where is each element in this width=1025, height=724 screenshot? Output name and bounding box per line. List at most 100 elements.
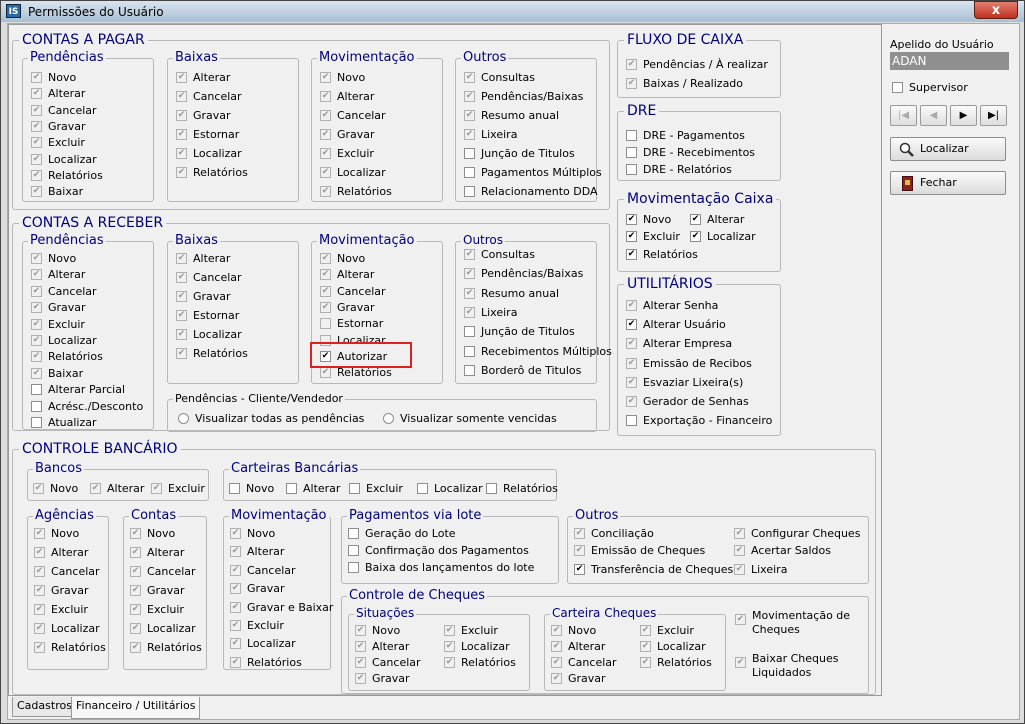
cr-baixas-localizar-checkbox[interactable]: ✔ Localizar: [176, 328, 242, 344]
bancos-alterar-checkbox[interactable]: ✔ Alterar: [90, 482, 144, 498]
cp-pend-relat-rios-checkbox[interactable]: ✔ Relatórios: [31, 169, 103, 185]
cr-mov-cancelar-checkbox[interactable]: ✔ Cancelar: [320, 285, 386, 301]
cp-pend-baixar-checkbox[interactable]: ✔ Baixar: [31, 185, 83, 201]
cp-mov-excluir-checkbox[interactable]: ✔ Excluir: [320, 147, 374, 163]
cb-contas-gravar-checkbox[interactable]: ✔ Gravar: [130, 584, 185, 600]
cb-mov-gravar-e-baixar-checkbox[interactable]: ✔ Gravar e Baixar: [230, 601, 333, 617]
cr-mov-alterar-checkbox[interactable]: ✔ Alterar: [320, 268, 374, 284]
cb-outros-acertar-saldos-checkbox[interactable]: ✔ Acertar Saldos: [734, 544, 831, 560]
cp-pend-alterar-checkbox[interactable]: ✔ Alterar: [31, 87, 85, 103]
last-record-button[interactable]: ▶|: [980, 105, 1007, 126]
cb-cheques-cart-relat-rios-checkbox[interactable]: ✔ Relatórios: [640, 656, 712, 672]
cp-outros-lixeira-checkbox[interactable]: ✔ Lixeira: [464, 128, 517, 144]
cb-cheques-sit-novo-checkbox[interactable]: ✔ Novo: [355, 624, 400, 640]
cp-pend-gravar-checkbox[interactable]: ✔ Gravar: [31, 120, 86, 136]
apelido-field[interactable]: ADAN: [890, 52, 1009, 70]
cb-contas-excluir-checkbox[interactable]: ✔ Excluir: [130, 603, 184, 619]
cr-pend-relat-rios-checkbox[interactable]: ✔ Relatórios: [31, 350, 103, 366]
cp-baixas-cancelar-checkbox[interactable]: ✔ Cancelar: [176, 90, 242, 106]
cp-baixas-relat-rios-checkbox[interactable]: ✔ Relatórios: [176, 166, 248, 182]
cb-agencias-alterar-checkbox[interactable]: ✔ Alterar: [34, 546, 88, 562]
cp-outros-pagamentos-m-ltiplos-checkbox[interactable]: Pagamentos Múltiplos: [464, 166, 602, 182]
cr-outros-jun-o-de-titulos-checkbox[interactable]: Junção de Titulos: [464, 325, 575, 341]
fluxo-baixas-realizado-checkbox[interactable]: ✔ Baixas / Realizado: [626, 77, 743, 93]
cp-outros-relacionamento-dda-checkbox[interactable]: Relacionamento DDA: [464, 185, 598, 201]
cb-cheques-cart-gravar-checkbox[interactable]: ✔ Gravar: [551, 672, 606, 688]
cb-contas-alterar-checkbox[interactable]: ✔ Alterar: [130, 546, 184, 562]
cr-outros-resumo-anual-checkbox[interactable]: ✔ Resumo anual: [464, 287, 559, 303]
cb-mov-excluir-checkbox[interactable]: ✔ Excluir: [230, 619, 284, 635]
cr-mov-gravar-checkbox[interactable]: ✔ Gravar: [320, 301, 375, 317]
cb-contas-novo-checkbox[interactable]: ✔ Novo: [130, 527, 175, 543]
util-esvaziar-lixeira-s-checkbox[interactable]: ✔ Esvaziar Lixeira(s): [626, 376, 743, 392]
cb-cheques-sit-relat-rios-checkbox[interactable]: ✔ Relatórios: [444, 656, 516, 672]
cb-cheques-cart-cancelar-checkbox[interactable]: ✔ Cancelar: [551, 656, 617, 672]
util-exporta-o-financeiro-checkbox[interactable]: Exportação - Financeiro: [626, 414, 772, 430]
close-button[interactable]: x: [974, 1, 1018, 19]
cp-pend-cancelar-checkbox[interactable]: ✔ Cancelar: [31, 104, 97, 120]
cb-cheques-cart-novo-checkbox[interactable]: ✔ Novo: [551, 624, 596, 640]
movcaixa-relatorios-checkbox[interactable]: ✔ Relatórios: [626, 248, 698, 264]
carteiras-alterar-checkbox[interactable]: Alterar: [286, 482, 340, 498]
localizar-button[interactable]: Localizar: [890, 137, 1006, 161]
cp-outros-jun-o-de-titulos-checkbox[interactable]: Junção de Titulos: [464, 147, 575, 163]
dre-dre-pagamentos-checkbox[interactable]: DRE - Pagamentos: [626, 129, 745, 145]
cb-cheques-sit-excluir-checkbox[interactable]: ✔ Excluir: [444, 624, 498, 640]
movcaixa-localizar-checkbox[interactable]: ✔ Localizar: [690, 230, 756, 246]
cb-agencias-novo-checkbox[interactable]: ✔ Novo: [34, 527, 79, 543]
cb-cheques-sit-alterar-checkbox[interactable]: ✔ Alterar: [355, 640, 409, 656]
movimentacao-de-cheques-checkbox[interactable]: ✔ Movimentação de Cheques: [735, 609, 850, 641]
cp-baixas-estornar-checkbox[interactable]: ✔ Estornar: [176, 128, 239, 144]
cb-agencias-excluir-checkbox[interactable]: ✔ Excluir: [34, 603, 88, 619]
cb-agencias-localizar-checkbox[interactable]: ✔ Localizar: [34, 622, 100, 638]
cr-outros-consultas-checkbox[interactable]: ✔ Consultas: [464, 248, 535, 264]
cb-mov-alterar-checkbox[interactable]: ✔ Alterar: [230, 545, 284, 561]
util-alterar-senha-checkbox[interactable]: ✔ Alterar Senha: [626, 299, 718, 315]
cb-cheques-cart-localizar-checkbox[interactable]: ✔ Localizar: [640, 640, 706, 656]
cr-outros-pend-ncias-baixas-checkbox[interactable]: ✔ Pendências/Baixas: [464, 267, 583, 283]
cb-contas-localizar-checkbox[interactable]: ✔ Localizar: [130, 622, 196, 638]
cr-mov-relat-rios-checkbox[interactable]: ✔ Relatórios: [320, 366, 392, 382]
cr-baixas-estornar-checkbox[interactable]: ✔ Estornar: [176, 309, 239, 325]
cb-cheques-sit-gravar-checkbox[interactable]: ✔ Gravar: [355, 672, 410, 688]
cb-cheques-cart-excluir-checkbox[interactable]: ✔ Excluir: [640, 624, 694, 640]
carteiras-relatorios-checkbox[interactable]: Relatórios: [486, 482, 558, 498]
bancos-novo-checkbox[interactable]: ✔ Novo: [33, 482, 78, 498]
cb-outros-lixeira-checkbox[interactable]: ✔ Lixeira: [734, 563, 787, 579]
cr-pend-gravar-checkbox[interactable]: ✔ Gravar: [31, 301, 86, 317]
cp-pend-novo-checkbox[interactable]: ✔ Novo: [31, 71, 76, 87]
cr-pend-acr-sc-desconto-checkbox[interactable]: Acrésc./Desconto: [31, 400, 143, 416]
cr-pend-cancelar-checkbox[interactable]: ✔ Cancelar: [31, 285, 97, 301]
cr-baixas-cancelar-checkbox[interactable]: ✔ Cancelar: [176, 271, 242, 287]
tab-cadastros[interactable]: Cadastros: [12, 697, 77, 717]
prev-record-button[interactable]: ◀: [920, 105, 947, 126]
fluxo-pend-ncias-realizar-checkbox[interactable]: ✔ Pendências / À realizar: [626, 58, 768, 74]
fechar-button[interactable]: Fechar: [890, 171, 1006, 195]
cb-outros-emiss-o-de-cheques-checkbox[interactable]: ✔ Emissão de Cheques: [574, 544, 705, 560]
cb-agencias-cancelar-checkbox[interactable]: ✔ Cancelar: [34, 565, 100, 581]
cb-outros-concilia-o-checkbox[interactable]: ✔ Conciliação: [574, 527, 654, 543]
carteiras-localizar-checkbox[interactable]: Localizar: [417, 482, 483, 498]
cr-mov-estornar-checkbox[interactable]: Estornar: [320, 317, 383, 333]
cr-outros-border-de-titulos-checkbox[interactable]: Borderô de Titulos: [464, 364, 581, 380]
supervisor-checkbox[interactable]: Supervisor: [892, 81, 968, 97]
cb-cheques-sit-localizar-checkbox[interactable]: ✔ Localizar: [444, 640, 510, 656]
movcaixa-excluir-checkbox[interactable]: ✔ Excluir: [626, 230, 680, 246]
cr-pend-alterar-parcial-checkbox[interactable]: Alterar Parcial: [31, 383, 125, 399]
baixar-cheques-liquidados-checkbox[interactable]: ✔ Baixar Cheques Liquidados: [735, 652, 839, 684]
cb-lote-gera-o-do-lote-checkbox[interactable]: Geração do Lote: [348, 527, 456, 543]
first-record-button[interactable]: |◀: [890, 105, 917, 126]
carteiras-novo-checkbox[interactable]: Novo: [229, 482, 274, 498]
cb-mov-gravar-checkbox[interactable]: ✔ Gravar: [230, 582, 285, 598]
cb-outros-configurar-cheques-checkbox[interactable]: ✔ Configurar Cheques: [734, 527, 860, 543]
carteiras-excluir-checkbox[interactable]: Excluir: [349, 482, 403, 498]
cp-baixas-gravar-checkbox[interactable]: ✔ Gravar: [176, 109, 231, 125]
visualizar-todas-radio[interactable]: Visualizar todas as pendências: [178, 412, 364, 428]
cr-outros-recebimentos-m-ltiplos-checkbox[interactable]: Recebimentos Múltiplos: [464, 345, 612, 361]
bancos-excluir-checkbox[interactable]: ✔ Excluir: [151, 482, 205, 498]
cp-pend-localizar-checkbox[interactable]: ✔ Localizar: [31, 153, 97, 169]
util-gerador-de-senhas-checkbox[interactable]: ✔ Gerador de Senhas: [626, 395, 749, 411]
cr-pend-alterar-checkbox[interactable]: ✔ Alterar: [31, 268, 85, 284]
cp-outros-consultas-checkbox[interactable]: ✔ Consultas: [464, 71, 535, 87]
util-alterar-empresa-checkbox[interactable]: ✔ Alterar Empresa: [626, 337, 732, 353]
